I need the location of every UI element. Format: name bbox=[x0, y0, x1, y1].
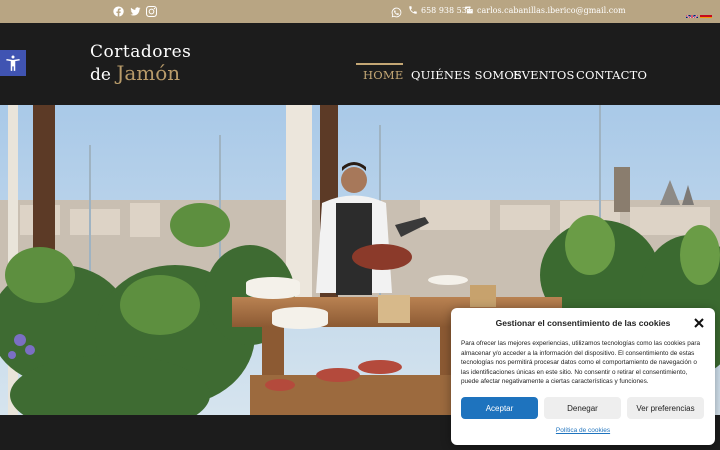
logo-accent: Jamón bbox=[116, 61, 181, 85]
phone-icon bbox=[409, 6, 417, 14]
cookie-policy-link[interactable]: Política de cookies bbox=[451, 427, 715, 434]
nav-active-indicator bbox=[356, 63, 403, 65]
email-contact[interactable]: carlos.cabanillas.iberico@gmail.com bbox=[464, 5, 626, 15]
email-address[interactable]: carlos.cabanillas.iberico@gmail.com bbox=[477, 6, 626, 15]
whatsapp-icon[interactable] bbox=[389, 5, 403, 19]
cookie-title: Gestionar el consentimiento de las cooki… bbox=[495, 318, 671, 328]
nav-eventos[interactable]: EVENTOS bbox=[513, 68, 575, 82]
accessibility-button[interactable] bbox=[0, 50, 26, 76]
phone-contact[interactable]: 658 938 531 bbox=[408, 5, 472, 15]
close-icon[interactable] bbox=[693, 316, 705, 328]
accessibility-icon bbox=[6, 55, 20, 71]
nav-contacto[interactable]: CONTACTO bbox=[576, 68, 647, 82]
cookie-consent-dialog: Gestionar el consentimiento de las cooki… bbox=[451, 308, 715, 445]
logo-prefix: de bbox=[90, 65, 111, 85]
top-bar: 658 938 531 carlos.cabanillas.iberico@gm… bbox=[0, 0, 720, 23]
deny-button[interactable]: Denegar bbox=[544, 397, 621, 419]
preferences-button[interactable]: Ver preferencias bbox=[627, 397, 704, 419]
cookie-description: Para ofrecer las mejores experiencias, u… bbox=[461, 340, 701, 386]
facebook-icon[interactable] bbox=[111, 4, 125, 18]
instagram-icon[interactable] bbox=[144, 4, 158, 18]
nav-quienes-somos[interactable]: QUIÉNES SOMOS bbox=[411, 68, 522, 82]
flag-en-icon[interactable] bbox=[686, 9, 698, 18]
twitter-icon[interactable] bbox=[128, 4, 142, 18]
email-icon bbox=[465, 6, 473, 14]
accept-button[interactable]: Aceptar bbox=[461, 397, 538, 419]
nav-home[interactable]: HOME bbox=[363, 68, 403, 82]
logo-line2[interactable]: de Jamón bbox=[90, 61, 180, 85]
flag-es-icon[interactable] bbox=[700, 9, 712, 18]
logo-line1[interactable]: Cortadores bbox=[90, 42, 191, 62]
